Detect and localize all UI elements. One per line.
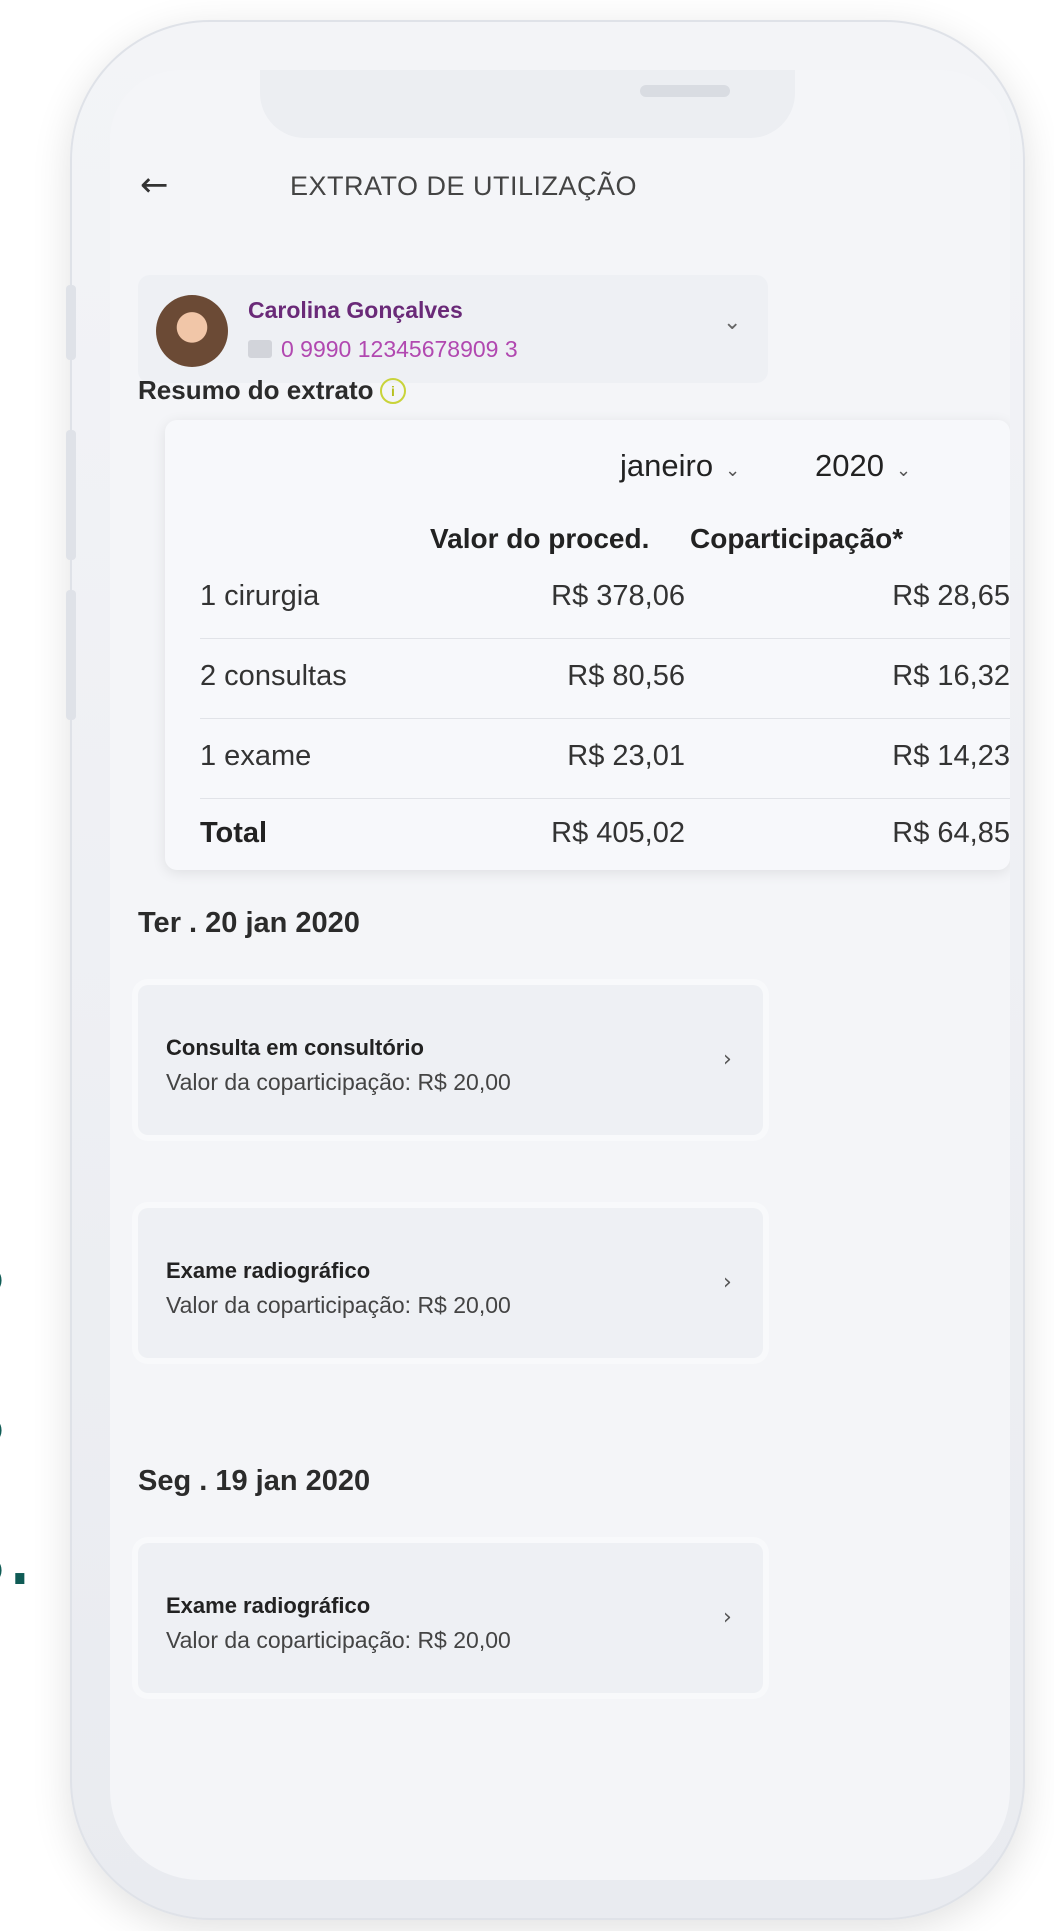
item-title: Exame radiográfico xyxy=(166,1258,371,1283)
row-label: 1 cirurgia xyxy=(200,580,320,612)
chevron-down-icon: ⌄ xyxy=(723,310,742,335)
row-copart: R$ 16,32 xyxy=(892,660,1010,692)
table-row: 1 exame R$ 23,01 R$ 14,23 xyxy=(200,718,1010,799)
info-icon[interactable]: i xyxy=(380,378,406,404)
speaker xyxy=(640,85,730,97)
table-row: 2 consultas R$ 80,56 R$ 16,32 xyxy=(200,638,1010,719)
row-valor: R$ 23,01 xyxy=(567,740,685,772)
item-title: Consulta em consultório xyxy=(166,1035,424,1060)
row-label: 2 consultas xyxy=(200,660,347,692)
list-item[interactable]: Exame radiográfico Valor da coparticipaç… xyxy=(138,1208,763,1358)
row-copart: R$ 28,65 xyxy=(892,580,1010,612)
background-text-1: s xyxy=(0,1220,6,1308)
row-copart: R$ 14,23 xyxy=(892,740,1010,772)
year-select[interactable]: 2020 ⌄ xyxy=(815,448,911,484)
item-title: Exame radiográfico xyxy=(166,1593,371,1618)
chevron-down-icon: ⌄ xyxy=(725,460,741,481)
chevron-right-icon: › xyxy=(723,1605,732,1630)
app-header: ← EXTRATO DE UTILIZAÇÃO xyxy=(110,165,1010,225)
background-text-2: s xyxy=(0,1370,6,1458)
row-valor: R$ 80,56 xyxy=(567,660,685,692)
item-subtitle: Valor da coparticipação: R$ 20,00 xyxy=(166,1292,511,1318)
month-select[interactable]: janeiro ⌄ xyxy=(620,448,740,484)
phone-side-button xyxy=(66,430,76,560)
profile-name: Carolina Gonçalves xyxy=(248,297,463,323)
row-label: 1 exame xyxy=(200,740,312,772)
summary-card: janeiro ⌄ 2020 ⌄ Valor do proced. Copartic… xyxy=(165,420,1010,870)
row-copart: R$ 64,85 xyxy=(892,817,1010,849)
month-value: janeiro xyxy=(620,448,714,483)
column-header-valor: Valor do proced. xyxy=(430,523,650,554)
year-value: 2020 xyxy=(815,448,884,483)
list-item[interactable]: Exame radiográfico Valor da coparticipaç… xyxy=(138,1543,763,1693)
chevron-right-icon: › xyxy=(723,1270,732,1295)
phone-notch xyxy=(260,70,795,138)
chevron-down-icon: ⌄ xyxy=(895,460,912,481)
list-item[interactable]: Consulta em consultório Valor da coparti… xyxy=(138,985,763,1135)
chevron-right-icon: › xyxy=(723,1047,732,1072)
row-valor: R$ 378,06 xyxy=(551,580,685,612)
background-text-3: s. xyxy=(0,1502,34,1605)
avatar xyxy=(156,295,228,367)
page-title: EXTRATO DE UTILIZAÇÃO xyxy=(290,171,638,201)
table-row-total: Total R$ 405,02 R$ 64,85 xyxy=(200,795,1010,875)
phone-side-button xyxy=(66,590,76,720)
row-valor: R$ 405,02 xyxy=(551,817,685,849)
phone-side-button xyxy=(66,285,76,360)
table-row: 1 cirurgia R$ 378,06 R$ 28,65 xyxy=(200,558,1010,639)
profile-selector[interactable]: Carolina Gonçalves 0 9990 12345678909 3 … xyxy=(138,275,768,383)
arrow-left-icon[interactable]: ← xyxy=(140,165,169,205)
column-header-copart: Coparticipação* xyxy=(690,523,904,554)
date-group-title: Seg . 19 jan 2020 xyxy=(138,1465,371,1497)
card-icon xyxy=(248,340,272,358)
row-label: Total xyxy=(200,817,268,849)
card-number: 0 9990 12345678909 3 xyxy=(281,336,518,362)
summary-title: Resumo do extrato xyxy=(138,375,374,405)
phone-screen: ← EXTRATO DE UTILIZAÇÃO Carolina Gonçalv… xyxy=(110,70,1010,1880)
item-subtitle: Valor da coparticipação: R$ 20,00 xyxy=(166,1627,511,1653)
item-subtitle: Valor da coparticipação: R$ 20,00 xyxy=(166,1069,511,1095)
date-group-title: Ter . 20 jan 2020 xyxy=(138,907,360,939)
